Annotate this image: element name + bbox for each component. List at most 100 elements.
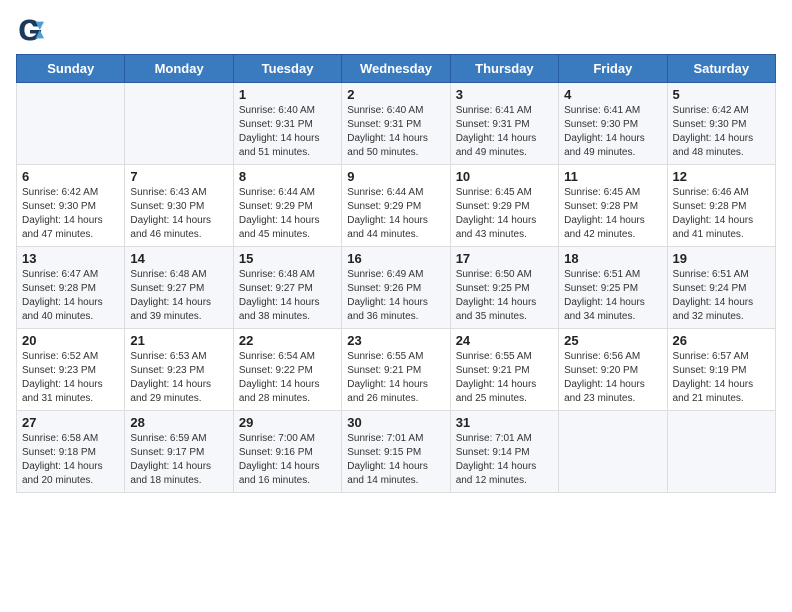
weekday-header-monday: Monday: [125, 55, 233, 83]
day-info: Sunrise: 6:59 AM Sunset: 9:17 PM Dayligh…: [130, 432, 227, 488]
calendar-cell: [559, 411, 667, 493]
calendar-cell: 29 Sunrise: 7:00 AM Sunset: 9:16 PM Dayli…: [233, 411, 341, 493]
calendar-week-row: 13Sunrise: 6:47 AM Sunset: 9:28 PM Dayli…: [17, 247, 776, 329]
day-info: Sunrise: 6:41 AM Sunset: 9:31 PM Dayligh…: [456, 104, 553, 160]
weekday-header-thursday: Thursday: [450, 55, 558, 83]
day-info: Sunrise: 6:52 AM Sunset: 9:23 PM Dayligh…: [22, 350, 119, 406]
calendar-cell: [125, 83, 233, 165]
day-number: 31: [456, 415, 553, 430]
day-info: Sunrise: 6:56 AM Sunset: 9:20 PM Dayligh…: [564, 350, 661, 406]
day-info: Sunrise: 7:01 AM Sunset: 9:14 PM Dayligh…: [456, 432, 553, 488]
calendar-cell: 6 Sunrise: 6:42 AM Sunset: 9:30 PM Daylig…: [17, 165, 125, 247]
logo: [16, 16, 46, 44]
day-number: 8: [239, 169, 336, 184]
calendar-cell: 19 Sunrise: 6:51 AM Sunset: 9:24 PM Dayli…: [667, 247, 775, 329]
day-number: 2: [347, 87, 444, 102]
calendar-cell: 14 Sunrise: 6:48 AM Sunset: 9:27 PM Dayli…: [125, 247, 233, 329]
calendar-cell: 10 Sunrise: 6:45 AM Sunset: 9:29 PM Dayli…: [450, 165, 558, 247]
weekday-header-row: SundayMondayTuesdayWednesdayThursdayFrid…: [17, 55, 776, 83]
day-info: Sunrise: 7:01 AM Sunset: 9:15 PM Dayligh…: [347, 432, 444, 488]
day-number: 13: [22, 251, 119, 266]
calendar-cell: 2 Sunrise: 6:40 AM Sunset: 9:31 PM Daylig…: [342, 83, 450, 165]
calendar-cell: 5Sunrise: 6:42 AM Sunset: 9:30 PM Daylig…: [667, 83, 775, 165]
calendar-cell: 17 Sunrise: 6:50 AM Sunset: 9:25 PM Dayli…: [450, 247, 558, 329]
day-info: Sunrise: 6:54 AM Sunset: 9:22 PM Dayligh…: [239, 350, 336, 406]
day-info: Sunrise: 6:42 AM Sunset: 9:30 PM Dayligh…: [22, 186, 119, 242]
day-number: 21: [130, 333, 227, 348]
day-info: Sunrise: 6:48 AM Sunset: 9:27 PM Dayligh…: [130, 268, 227, 324]
weekday-header-sunday: Sunday: [17, 55, 125, 83]
day-info: Sunrise: 6:44 AM Sunset: 9:29 PM Dayligh…: [347, 186, 444, 242]
calendar-cell: 27 Sunrise: 6:58 AM Sunset: 9:18 PM Dayli…: [17, 411, 125, 493]
calendar-week-row: 27 Sunrise: 6:58 AM Sunset: 9:18 PM Dayli…: [17, 411, 776, 493]
calendar-cell: 25 Sunrise: 6:56 AM Sunset: 9:20 PM Dayli…: [559, 329, 667, 411]
calendar-cell: [667, 411, 775, 493]
day-number: 6: [22, 169, 119, 184]
day-number: 15: [239, 251, 336, 266]
day-number: 27: [22, 415, 119, 430]
calendar-cell: 12Sunrise: 6:46 AM Sunset: 9:28 PM Dayli…: [667, 165, 775, 247]
day-number: 16: [347, 251, 444, 266]
weekday-header-wednesday: Wednesday: [342, 55, 450, 83]
day-info: Sunrise: 6:55 AM Sunset: 9:21 PM Dayligh…: [456, 350, 553, 406]
calendar-cell: 21Sunrise: 6:53 AM Sunset: 9:23 PM Dayli…: [125, 329, 233, 411]
calendar-cell: 16 Sunrise: 6:49 AM Sunset: 9:26 PM Dayli…: [342, 247, 450, 329]
day-number: 25: [564, 333, 661, 348]
day-info: Sunrise: 6:51 AM Sunset: 9:24 PM Dayligh…: [673, 268, 770, 324]
day-info: Sunrise: 6:51 AM Sunset: 9:25 PM Dayligh…: [564, 268, 661, 324]
page-header: [16, 16, 776, 44]
day-number: 7: [130, 169, 227, 184]
day-number: 28: [130, 415, 227, 430]
day-info: Sunrise: 6:57 AM Sunset: 9:19 PM Dayligh…: [673, 350, 770, 406]
day-info: Sunrise: 6:58 AM Sunset: 9:18 PM Dayligh…: [22, 432, 119, 488]
calendar-cell: 18 Sunrise: 6:51 AM Sunset: 9:25 PM Dayli…: [559, 247, 667, 329]
calendar-cell: 11 Sunrise: 6:45 AM Sunset: 9:28 PM Dayli…: [559, 165, 667, 247]
calendar-cell: 22 Sunrise: 6:54 AM Sunset: 9:22 PM Dayli…: [233, 329, 341, 411]
day-info: Sunrise: 6:43 AM Sunset: 9:30 PM Dayligh…: [130, 186, 227, 242]
day-number: 30: [347, 415, 444, 430]
day-info: Sunrise: 6:50 AM Sunset: 9:25 PM Dayligh…: [456, 268, 553, 324]
day-number: 14: [130, 251, 227, 266]
weekday-header-friday: Friday: [559, 55, 667, 83]
day-info: Sunrise: 7:00 AM Sunset: 9:16 PM Dayligh…: [239, 432, 336, 488]
weekday-header-saturday: Saturday: [667, 55, 775, 83]
calendar-cell: [17, 83, 125, 165]
calendar-cell: 9 Sunrise: 6:44 AM Sunset: 9:29 PM Daylig…: [342, 165, 450, 247]
day-number: 1: [239, 87, 336, 102]
day-info: Sunrise: 6:55 AM Sunset: 9:21 PM Dayligh…: [347, 350, 444, 406]
calendar-cell: 1Sunrise: 6:40 AM Sunset: 9:31 PM Daylig…: [233, 83, 341, 165]
day-number: 11: [564, 169, 661, 184]
day-info: Sunrise: 6:48 AM Sunset: 9:27 PM Dayligh…: [239, 268, 336, 324]
calendar-cell: 30 Sunrise: 7:01 AM Sunset: 9:15 PM Dayli…: [342, 411, 450, 493]
calendar-cell: 15 Sunrise: 6:48 AM Sunset: 9:27 PM Dayli…: [233, 247, 341, 329]
day-info: Sunrise: 6:45 AM Sunset: 9:28 PM Dayligh…: [564, 186, 661, 242]
day-info: Sunrise: 6:49 AM Sunset: 9:26 PM Dayligh…: [347, 268, 444, 324]
calendar-cell: 3 Sunrise: 6:41 AM Sunset: 9:31 PM Daylig…: [450, 83, 558, 165]
day-info: Sunrise: 6:40 AM Sunset: 9:31 PM Dayligh…: [347, 104, 444, 160]
calendar-week-row: 20 Sunrise: 6:52 AM Sunset: 9:23 PM Dayli…: [17, 329, 776, 411]
day-number: 23: [347, 333, 444, 348]
day-number: 29: [239, 415, 336, 430]
day-number: 3: [456, 87, 553, 102]
day-info: Sunrise: 6:42 AM Sunset: 9:30 PM Dayligh…: [673, 104, 770, 160]
calendar-week-row: 6 Sunrise: 6:42 AM Sunset: 9:30 PM Daylig…: [17, 165, 776, 247]
day-number: 24: [456, 333, 553, 348]
day-info: Sunrise: 6:45 AM Sunset: 9:29 PM Dayligh…: [456, 186, 553, 242]
day-number: 22: [239, 333, 336, 348]
logo-icon: [16, 16, 44, 44]
day-info: Sunrise: 6:44 AM Sunset: 9:29 PM Dayligh…: [239, 186, 336, 242]
calendar-cell: 4Sunrise: 6:41 AM Sunset: 9:30 PM Daylig…: [559, 83, 667, 165]
calendar-cell: 28 Sunrise: 6:59 AM Sunset: 9:17 PM Dayli…: [125, 411, 233, 493]
calendar-cell: 8 Sunrise: 6:44 AM Sunset: 9:29 PM Daylig…: [233, 165, 341, 247]
day-number: 18: [564, 251, 661, 266]
calendar-cell: 24 Sunrise: 6:55 AM Sunset: 9:21 PM Dayli…: [450, 329, 558, 411]
day-info: Sunrise: 6:41 AM Sunset: 9:30 PM Dayligh…: [564, 104, 661, 160]
day-number: 10: [456, 169, 553, 184]
day-info: Sunrise: 6:46 AM Sunset: 9:28 PM Dayligh…: [673, 186, 770, 242]
calendar-cell: 23 Sunrise: 6:55 AM Sunset: 9:21 PM Dayli…: [342, 329, 450, 411]
calendar-cell: 31 Sunrise: 7:01 AM Sunset: 9:14 PM Dayli…: [450, 411, 558, 493]
day-number: 9: [347, 169, 444, 184]
day-number: 17: [456, 251, 553, 266]
day-number: 20: [22, 333, 119, 348]
day-number: 19: [673, 251, 770, 266]
